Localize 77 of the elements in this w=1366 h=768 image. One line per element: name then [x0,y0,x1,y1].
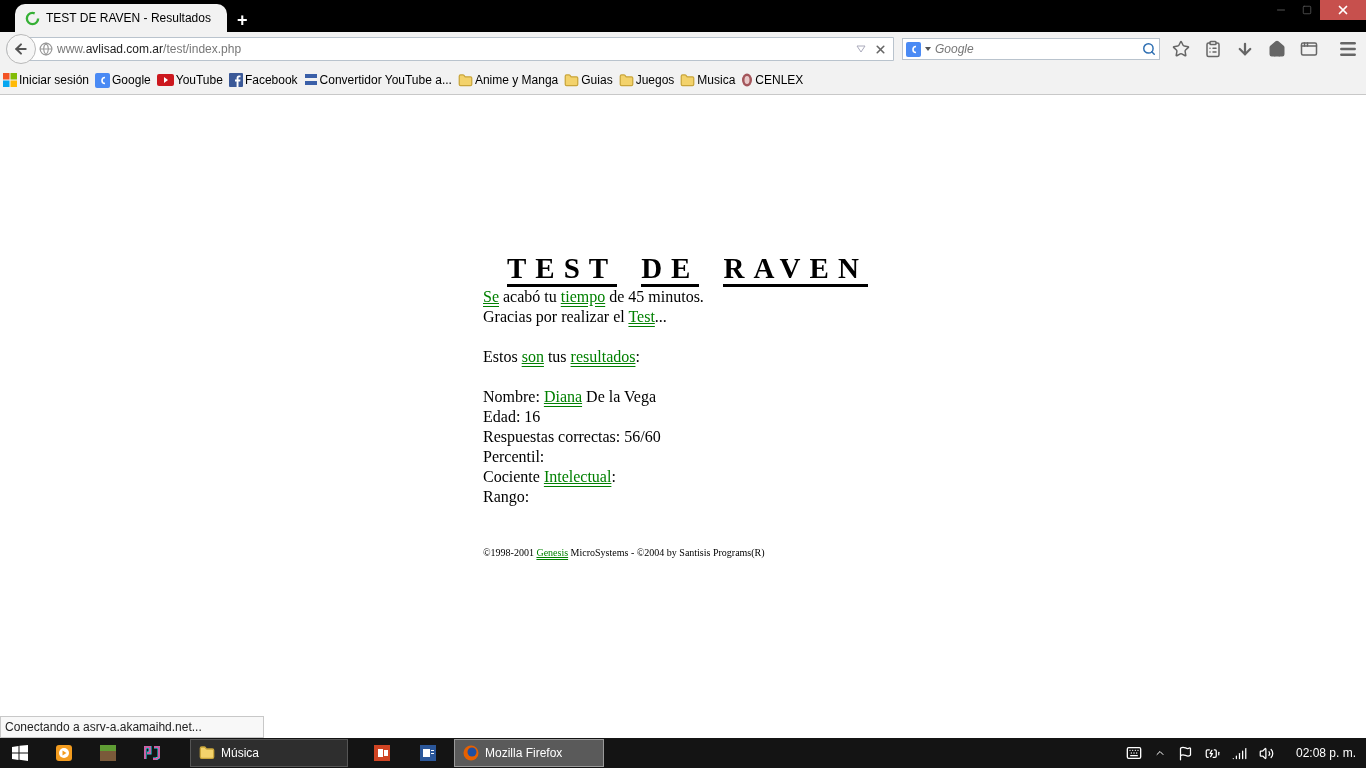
text-link[interactable]: tiempo [560,288,606,305]
folder-icon [618,72,634,88]
taskbar-window-button[interactable]: Música [190,739,348,767]
browser-tab[interactable]: TEST DE RAVEN - Resultados [15,4,227,32]
result-text: Rango: [483,487,531,507]
media-player-icon[interactable] [56,745,72,761]
yt-mp3-logo-icon [303,73,318,87]
loading-spinner-icon [25,10,40,26]
stop-icon[interactable] [874,42,887,56]
folder-icon [199,745,215,761]
text-link[interactable]: resultados [570,348,636,365]
text-link[interactable]: Genesis [536,547,569,558]
window-icon[interactable] [1300,40,1318,58]
windows-logo-icon[interactable] [12,745,28,761]
clock-text[interactable]: 02:08 p. m. [1295,744,1356,762]
bookmark-star-icon[interactable] [1172,40,1190,58]
bookmark-link[interactable]: CENLEX [741,71,804,89]
text-link[interactable]: Diana [543,388,583,405]
bookmark-link[interactable]: Iniciar sesión [3,71,90,89]
play-logo-icon [156,74,174,86]
text-link[interactable]: Intelectual [543,468,612,485]
search-input[interactable]: Google [935,40,1138,58]
page-title: TEST [507,253,618,287]
f-logo-icon [228,73,243,87]
seal-icon [741,73,754,87]
document-app-icon[interactable] [420,745,436,761]
result-text: Respuestas correctas: 56/60 [483,427,662,447]
flag-icon[interactable] [1177,745,1193,761]
restore-icon [1302,5,1312,15]
signal-icon[interactable] [1231,745,1247,761]
google-g-icon [906,41,921,57]
folder-icon [457,72,473,88]
bookmark-link[interactable]: Convertidor YouTube a... [303,71,452,89]
bookmark-link[interactable]: YouTube [156,71,223,89]
bookmark-link[interactable]: Anime y Manga [457,71,559,89]
clipboard-list-icon[interactable] [1204,40,1222,58]
status-text: Conectando a asrv-a.akamaihd.net... [0,716,264,738]
text-link[interactable]: Se [483,288,499,305]
page-title: RAVEN [723,253,868,287]
close-icon [1336,3,1350,17]
result-text: Nombre: Diana De la Vega [483,387,657,407]
search-field[interactable]: Google [902,38,1160,60]
text-link[interactable]: Test [628,308,655,325]
download-icon[interactable] [1236,40,1254,58]
app-logo-icon[interactable] [144,746,160,760]
new-tab-button[interactable]: + [237,11,248,29]
windows-logo-icon [3,73,17,87]
url-field[interactable]: www.avlisad.com.ar/test/index.php [6,37,894,61]
bookmark-link[interactable]: Juegos [618,71,675,89]
result-text: Edad: 16 [483,407,542,427]
google-g-icon [95,72,111,88]
home-icon[interactable] [1268,40,1286,58]
globe-icon [39,42,53,56]
result-text: Gracias por realizar el Test... [483,307,668,327]
close-button[interactable] [1320,0,1366,20]
result-text: Percentil: [483,447,546,467]
slides-app-icon[interactable] [374,745,390,761]
fox-globe-icon [463,745,479,761]
search-icon[interactable] [1142,42,1156,56]
result-text: Se acabó tu tiempo de 45 minutos. [483,287,705,307]
menu-icon[interactable] [1338,39,1358,59]
bookmark-link[interactable]: Google [95,71,151,89]
bookmark-link[interactable]: Musica [680,71,736,89]
back-button[interactable] [6,34,36,64]
caret-icon [925,47,931,51]
folder-icon [680,72,696,88]
bookmark-link[interactable]: Facebook [228,71,298,89]
taskbar-window-button[interactable]: Mozilla Firefox [454,739,604,767]
page-title: DE [641,253,700,287]
keyboard-icon[interactable] [1125,745,1142,761]
copyright-text: ©1998-2001 Genesis MicroSystems - ©2004 by Santisis Programs(R) [483,546,766,560]
folder-icon [564,72,580,88]
bookmark-link[interactable]: Guias [564,71,613,89]
text-link[interactable]: son [521,348,544,365]
result-text: Estos son tus resultados: [483,347,641,367]
result-text: Cociente Intelectual: [483,467,617,487]
speaker-icon[interactable] [1258,745,1274,761]
